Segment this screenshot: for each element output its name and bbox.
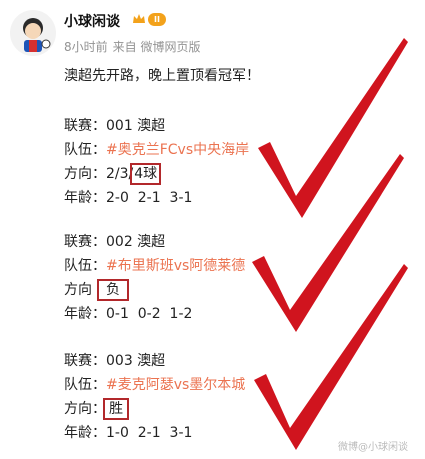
league-label: 联赛： [64,118,106,134]
league-label: 联赛： [64,234,106,250]
post-intro: 澳超先开路，晚上置顶看冠军！ [64,68,260,84]
direction-prefix: 2/3/ [106,166,134,182]
post-time[interactable]: 8小时前 [64,40,108,54]
check-mark-icon [258,38,408,218]
check-mark-icon [254,264,408,450]
check-mark-icon [252,154,404,332]
league-value: 003 澳超 [106,353,166,369]
league-value: 002 澳超 [106,234,166,250]
team-row: 队伍：#奥克兰FCvs中央海岸 [64,138,249,162]
team-label: 队伍： [64,377,106,393]
crown-badge-icon [133,14,145,23]
age-row: 年龄：1-0 2-1 3-1 [64,421,245,445]
match-block-2: 联赛：002 澳超 队伍：#布里斯班vs阿德莱德 方向负 年龄：0-1 0-2 … [64,230,245,326]
direction-row: 方向：胜 [64,397,245,421]
team-row: 队伍：#麦克阿瑟vs墨尔本城 [64,373,245,397]
match-block-3: 联赛：003 澳超 队伍：#麦克阿瑟vs墨尔本城 方向：胜 年龄：1-0 2-1… [64,349,245,445]
league-row: 联赛：003 澳超 [64,349,245,373]
league-row: 联赛：002 澳超 [64,230,245,254]
age-label: 年龄： [64,190,106,206]
league-label: 联赛： [64,353,106,369]
avatar[interactable] [10,10,56,56]
league-row: 联赛：001 澳超 [64,114,249,138]
age-value: 1-0 2-1 3-1 [106,425,193,441]
league-value: 001 澳超 [106,118,166,134]
age-value: 2-0 2-1 3-1 [106,190,193,206]
post-meta: 8小时前 来自 微博网页版 [64,38,205,55]
age-label: 年龄： [64,425,106,441]
match-block-1: 联赛：001 澳超 队伍：#奥克兰FCvs中央海岸 方向：2/3/4球 年龄：2… [64,114,249,210]
direction-highlight: 胜 [103,398,129,420]
team-row: 队伍：#布里斯班vs阿德莱德 [64,254,245,278]
level-badge: II [148,13,166,26]
age-label: 年龄： [64,306,106,322]
team-label: 队伍： [64,142,106,158]
age-row: 年龄：0-1 0-2 1-2 [64,302,245,326]
watermark: 微博@小球闲谈 [338,442,408,453]
age-value: 0-1 0-2 1-2 [106,306,193,322]
team-topic-link[interactable]: #布里斯班vs阿德莱德 [106,258,245,274]
direction-label: 方向： [64,401,106,417]
team-topic-link[interactable]: #麦克阿瑟vs墨尔本城 [106,377,245,393]
post-source: 来自 微博网页版 [112,40,201,54]
post-header: 小球闲谈 II 8小时前 来自 微博网页版 [0,0,425,60]
direction-highlight: 负 [97,279,129,301]
direction-row: 方向负 [64,278,245,302]
direction-label: 方向： [64,166,106,182]
team-label: 队伍： [64,258,106,274]
team-topic-link[interactable]: #奥克兰FCvs中央海岸 [106,142,249,158]
username[interactable]: 小球闲谈 [64,11,120,31]
direction-label: 方向 [64,282,92,298]
direction-row: 方向：2/3/4球 [64,162,249,186]
direction-highlight: 4球 [130,163,162,185]
age-row: 年龄：2-0 2-1 3-1 [64,186,249,210]
